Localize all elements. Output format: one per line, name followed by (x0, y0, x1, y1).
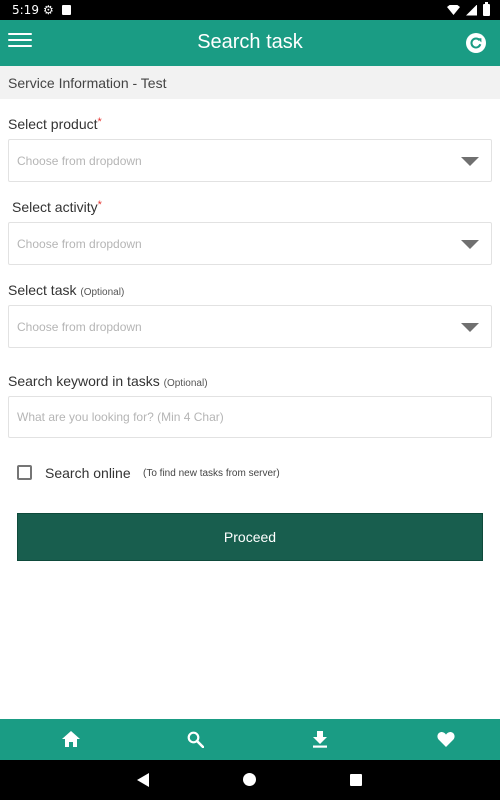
signal-icon (466, 4, 477, 16)
required-mark: * (97, 116, 102, 128)
download-icon (313, 731, 327, 748)
optional-tag: (Optional) (80, 287, 125, 298)
search-online-hint: (To find new tasks from server) (143, 468, 280, 479)
home-icon (62, 731, 80, 747)
activity-label: Select activity* (12, 199, 102, 215)
optional-tag: (Optional) (163, 378, 208, 389)
activity-label-text: Select activity (12, 199, 98, 215)
status-time: 5:19 (12, 3, 39, 17)
nav-home[interactable] (9, 719, 134, 760)
keyword-search-input[interactable] (8, 396, 492, 438)
bottom-nav (0, 719, 500, 760)
gear-icon: ⚙ (43, 3, 54, 17)
heart-icon (437, 732, 455, 747)
wifi-icon (447, 5, 460, 15)
product-label-text: Select product (8, 116, 98, 132)
chevron-down-icon (461, 323, 479, 332)
app-bar: Search task (0, 20, 500, 66)
search-online-checkbox[interactable] (17, 465, 32, 480)
keyword-label: Search keyword in tasks (Optional) (8, 373, 208, 389)
task-label: Select task (Optional) (8, 282, 124, 298)
product-dropdown-placeholder: Choose from dropdown (17, 154, 142, 168)
task-label-text: Select task (8, 282, 77, 298)
proceed-button[interactable]: Proceed (17, 513, 483, 561)
nav-search[interactable] (134, 719, 259, 760)
search-online-label[interactable]: Search online (45, 465, 131, 481)
refresh-icon[interactable] (466, 33, 486, 53)
activity-dropdown-placeholder: Choose from dropdown (17, 237, 142, 251)
service-info-header: Service Information - Test (0, 66, 500, 99)
required-mark: * (97, 199, 102, 211)
status-bar: 5:19 ⚙ (0, 0, 500, 20)
task-dropdown-placeholder: Choose from dropdown (17, 320, 142, 334)
task-dropdown[interactable]: Choose from dropdown (8, 305, 492, 348)
activity-dropdown[interactable]: Choose from dropdown (8, 222, 492, 265)
page-title: Search task (197, 31, 303, 53)
nav-download[interactable] (259, 719, 384, 760)
keyword-label-text: Search keyword in tasks (8, 373, 160, 389)
battery-icon (483, 2, 490, 16)
search-icon (187, 731, 204, 748)
chevron-down-icon (461, 157, 479, 166)
system-nav-bar (0, 760, 500, 800)
product-dropdown[interactable]: Choose from dropdown (8, 139, 492, 182)
chevron-down-icon (461, 240, 479, 249)
recents-icon[interactable] (350, 774, 362, 786)
product-label: Select product* (8, 116, 102, 132)
nav-favorites[interactable] (384, 719, 500, 760)
back-icon[interactable] (137, 773, 149, 787)
home-circle-icon[interactable] (243, 773, 256, 786)
sd-card-icon (62, 5, 71, 15)
